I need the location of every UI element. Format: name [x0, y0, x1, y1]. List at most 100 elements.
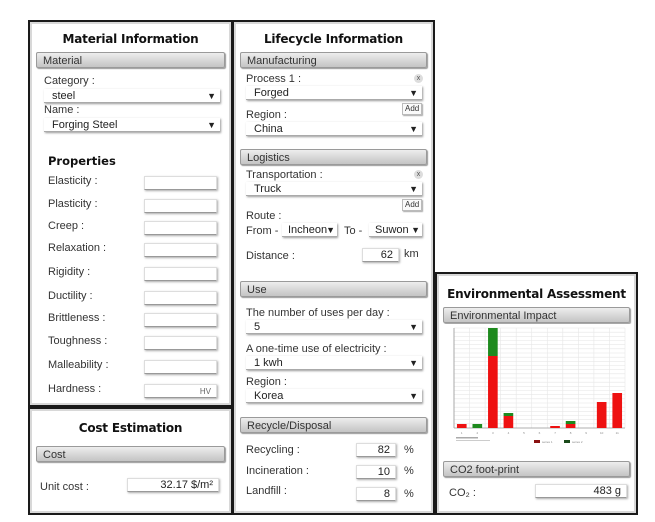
use-region-select[interactable]: Korea ▼ [246, 389, 422, 403]
electricity-select[interactable]: 1 kwh ▼ [246, 356, 422, 370]
chevron-down-icon: ▼ [411, 225, 420, 235]
chevron-down-icon: ▼ [409, 88, 418, 98]
property-field[interactable] [144, 267, 217, 281]
property-unit: HV [199, 387, 211, 396]
properties-title: Properties [48, 154, 116, 168]
route-from-label: From - [246, 225, 279, 237]
distance-field[interactable]: 62 [362, 248, 399, 262]
process-select[interactable]: Forged ▼ [246, 86, 422, 100]
transportation-select[interactable]: Truck ▼ [246, 182, 422, 196]
route-to-select[interactable]: Suwon ▼ [369, 223, 422, 237]
property-label: Rigidity : [48, 266, 91, 278]
co2-section-header: CO2 foot-print [443, 461, 630, 477]
chart-bar-green [565, 421, 576, 424]
property-label: Hardness : [48, 383, 102, 395]
use-section-header: Use [240, 281, 427, 297]
chart-legend-swatch [534, 440, 540, 443]
uses-per-day-value: 5 [254, 321, 261, 333]
property-field[interactable] [144, 221, 217, 235]
category-select[interactable]: steel ▼ [44, 89, 220, 103]
chevron-down-icon: ▼ [409, 391, 418, 401]
chart-bar-red [596, 402, 607, 428]
chart-background [442, 324, 632, 454]
use-region-value: Korea [254, 390, 284, 402]
property-field[interactable] [144, 243, 217, 257]
cost-panel-title: Cost Estimation [78, 421, 183, 435]
chart-bar-red [488, 356, 498, 428]
chart-legend-label: series 1 [542, 440, 553, 444]
property-field[interactable] [144, 313, 217, 327]
recycling-label: Recycling : [246, 444, 300, 456]
close-icon: x [416, 75, 421, 82]
landfill-label: Landfill : [246, 485, 287, 497]
route-from-value: Incheon [288, 224, 328, 236]
chart-bar-red [550, 426, 560, 428]
lifecycle-panel: Lifecycle Information Manufacturing Proc… [232, 20, 435, 515]
property-field[interactable] [144, 176, 217, 190]
chart-x-tick-label: 11 [616, 431, 619, 435]
manufacturing-region-value: China [254, 123, 283, 135]
incineration-percent: % [404, 465, 414, 477]
remove-process-button[interactable]: x [414, 74, 423, 83]
chart-bar-red [565, 424, 576, 428]
chevron-down-icon: ▼ [207, 120, 216, 130]
chart-note-line [456, 437, 478, 439]
transportation-label: Transportation : [246, 169, 323, 181]
recycling-field[interactable]: 82 [356, 443, 396, 457]
chevron-down-icon: ▼ [409, 124, 418, 134]
uses-per-day-select[interactable]: 5 ▼ [246, 320, 422, 334]
name-value: Forging Steel [52, 119, 118, 131]
chart-bar-green [472, 424, 483, 428]
close-icon: x [416, 171, 421, 178]
manufacturing-region-select[interactable]: China ▼ [246, 122, 422, 136]
route-from-select[interactable]: Incheon ▼ [282, 223, 337, 237]
property-field[interactable] [144, 199, 217, 213]
property-label: Malleability : [48, 359, 109, 371]
cost-section-header: Cost [36, 446, 225, 462]
chart-bar-green [503, 413, 514, 416]
property-label: Relaxation : [48, 242, 107, 254]
name-select[interactable]: Forging Steel ▼ [44, 118, 220, 132]
property-field[interactable]: HV [144, 384, 217, 398]
add-process-button[interactable]: Add [402, 103, 423, 115]
add-transport-button[interactable]: Add [402, 199, 423, 211]
landfill-field[interactable]: 8 [356, 487, 396, 501]
category-label: Category : [44, 75, 95, 87]
property-label: Ductility : [48, 290, 93, 302]
use-region-label: Region : [246, 376, 287, 388]
chart-bar-green [488, 328, 498, 356]
name-label: Name : [44, 104, 80, 116]
material-section-header: Material [36, 52, 225, 68]
property-field[interactable] [144, 360, 217, 374]
incineration-field[interactable]: 10 [356, 465, 396, 479]
chart-legend-label: series 2 [572, 440, 583, 444]
chevron-down-icon: ▼ [207, 91, 216, 101]
co2-field[interactable]: 483 g [535, 484, 627, 498]
chart-bar-red [612, 393, 623, 428]
manufacturing-region-label: Region : [246, 109, 287, 121]
lifecycle-panel-title: Lifecycle Information [263, 32, 404, 46]
environmental-impact-section-header: Environmental Impact [443, 307, 630, 323]
material-panel: Material Information Material Category :… [28, 20, 233, 407]
environment-panel: Environmental Assessment Environmental I… [435, 272, 638, 515]
unit-cost-label: Unit cost : [40, 481, 89, 493]
property-label: Plasticity : [48, 198, 98, 210]
recycle-section-header: Recycle/Disposal [240, 417, 427, 433]
chart-note-line [456, 440, 490, 441]
recycling-percent: % [404, 444, 414, 456]
remove-transport-button[interactable]: x [414, 170, 423, 179]
unit-cost-field[interactable]: 32.17 $/m² [127, 478, 219, 492]
material-panel-title: Material Information [62, 32, 199, 46]
landfill-percent: % [404, 488, 414, 500]
route-to-label: To - [344, 225, 363, 237]
chart-legend-swatch [564, 440, 570, 443]
chart-x-tick-label: 10 [600, 431, 604, 435]
chart-bar-red [456, 424, 467, 428]
property-label: Creep : [48, 220, 85, 232]
property-label: Elasticity : [48, 175, 98, 187]
property-field[interactable] [144, 291, 217, 305]
cost-panel: Cost Estimation Cost Unit cost : 32.17 $… [28, 407, 233, 515]
process-label: Process 1 : [246, 73, 302, 85]
route-to-value: Suwon [375, 224, 409, 236]
property-field[interactable] [144, 336, 217, 350]
